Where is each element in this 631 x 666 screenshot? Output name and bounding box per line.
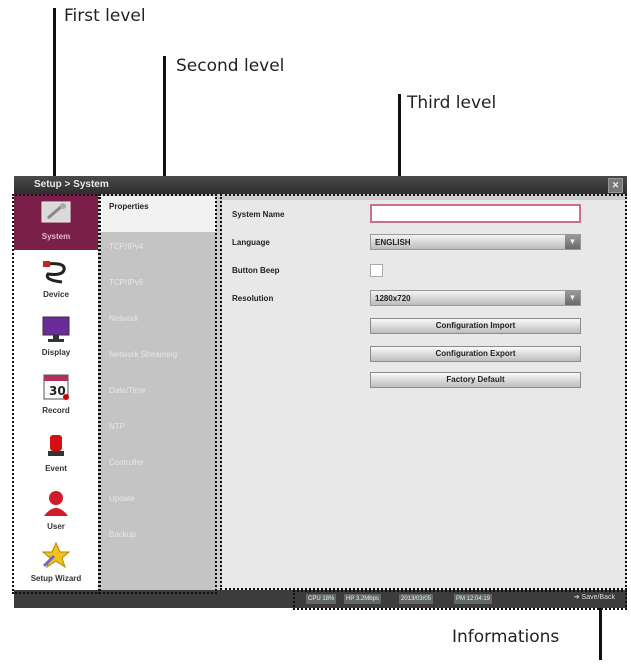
- informations-callout-line: [599, 604, 602, 660]
- second-level-callout-line: [163, 56, 166, 190]
- window-title: Setup > System: [34, 179, 109, 190]
- title-bar: Setup > System ✕: [14, 176, 627, 194]
- first-level-annotation: First level: [64, 6, 146, 26]
- third-level-region: [220, 194, 627, 590]
- third-level-annotation: Third level: [407, 93, 497, 113]
- first-level-callout-line: [53, 8, 56, 200]
- second-level-region: [99, 194, 217, 594]
- informations-annotation: Informations: [452, 627, 560, 647]
- second-level-annotation: Second level: [176, 56, 285, 76]
- close-icon[interactable]: ✕: [608, 178, 623, 193]
- first-level-region: [12, 194, 100, 594]
- informations-region: [293, 590, 627, 610]
